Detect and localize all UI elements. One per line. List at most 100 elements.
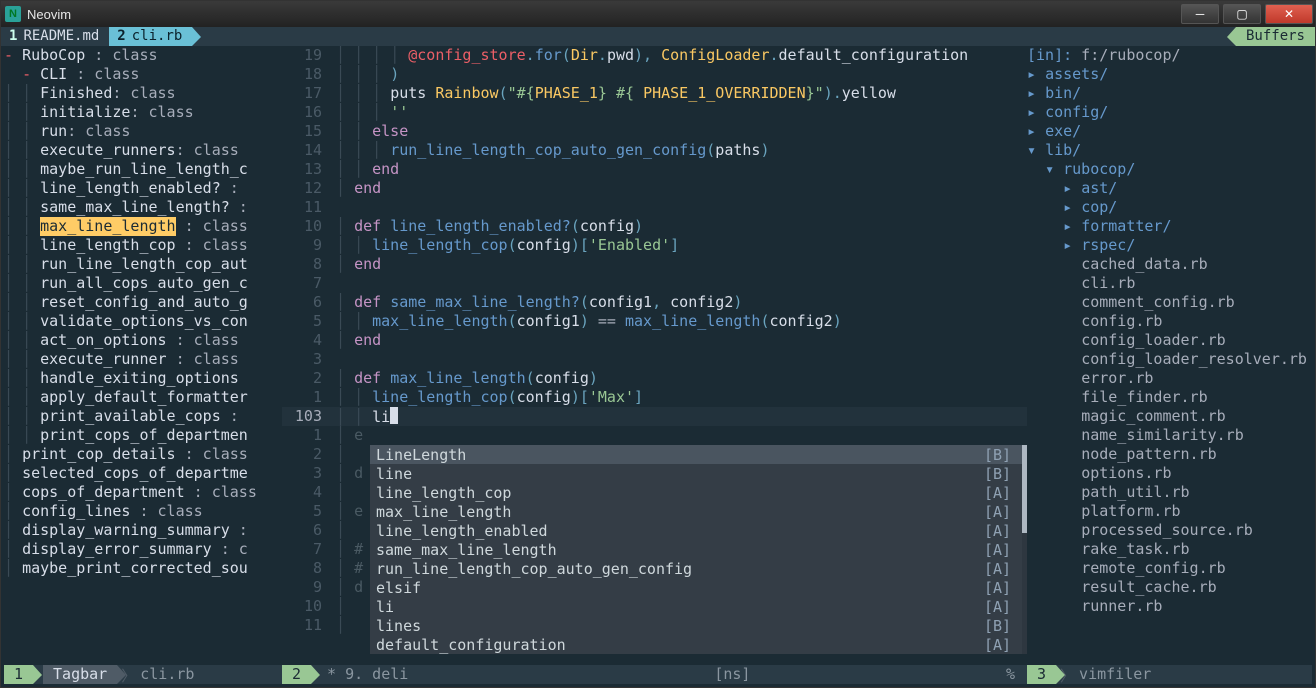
code-line[interactable]: │ │ │ │ @config_store.for(Dir.pwd), Conf…: [336, 46, 1027, 65]
tree-dir[interactable]: ▸ cop/: [1027, 198, 1312, 217]
tagbar-item[interactable]: │ │ reset_config_and_auto_g: [4, 293, 282, 312]
tagbar-item[interactable]: │ config_lines : class: [4, 502, 282, 521]
tree-file[interactable]: error.rb: [1027, 369, 1312, 388]
code-line[interactable]: │ e: [336, 426, 1027, 445]
code-line[interactable]: │ def line_length_enabled?(config): [336, 217, 1027, 236]
tree-file[interactable]: comment_config.rb: [1027, 293, 1312, 312]
tagbar-item[interactable]: │ │ same_max_line_length? :: [4, 198, 282, 217]
tab-readme[interactable]: 1README.md: [1, 27, 109, 46]
titlebar[interactable]: N Neovim ─ ▢ ✕: [1, 1, 1315, 27]
tab-cli[interactable]: 2cli.rb: [109, 27, 192, 46]
completion-item[interactable]: lines[B]: [370, 616, 1027, 635]
code-line[interactable]: │ def same_max_line_length?(config1, con…: [336, 293, 1027, 312]
tree-file[interactable]: platform.rb: [1027, 502, 1312, 521]
tree-file[interactable]: config_loader_resolver.rb: [1027, 350, 1312, 369]
tagbar-item[interactable]: │ display_warning_summary :: [4, 521, 282, 540]
tree-file[interactable]: runner.rb: [1027, 597, 1312, 616]
tree-file[interactable]: processed_source.rb: [1027, 521, 1312, 540]
tagbar-item[interactable]: │ │ handle_exiting_options: [4, 369, 282, 388]
maximize-button[interactable]: ▢: [1223, 4, 1261, 24]
code-line[interactable]: │ │ │ puts Rainbow("#{PHASE_1} #{ PHASE_…: [336, 84, 1027, 103]
tagbar-item[interactable]: │ │ run_line_length_cop_aut: [4, 255, 282, 274]
tree-file[interactable]: remote_config.rb: [1027, 559, 1312, 578]
tagbar-item[interactable]: │ │ apply_default_formatter: [4, 388, 282, 407]
tree-file[interactable]: file_finder.rb: [1027, 388, 1312, 407]
code-line[interactable]: │ end: [336, 255, 1027, 274]
scrollbar-thumb[interactable]: [1022, 445, 1027, 533]
tagbar-item[interactable]: │ │ initialize: class: [4, 103, 282, 122]
close-button[interactable]: ✕: [1265, 4, 1313, 24]
tree-file[interactable]: magic_comment.rb: [1027, 407, 1312, 426]
tagbar-item[interactable]: │ maybe_print_corrected_sou: [4, 559, 282, 578]
tagbar-item[interactable]: │ │ validate_options_vs_con: [4, 312, 282, 331]
tagbar-pane[interactable]: - RuboCop : class - CLI : class │ │ Fini…: [4, 46, 282, 684]
code-line[interactable]: │ │ │ '': [336, 103, 1027, 122]
tree-file[interactable]: rake_task.rb: [1027, 540, 1312, 559]
code-line[interactable]: │ end: [336, 331, 1027, 350]
completion-item[interactable]: run_line_length_cop_auto_gen_config[A]: [370, 559, 1027, 578]
tagbar-item[interactable]: │ │ line_length_cop : class: [4, 236, 282, 255]
code-line[interactable]: │ │ else: [336, 122, 1027, 141]
tagbar-item[interactable]: │ │ execute_runner : class: [4, 350, 282, 369]
completion-item[interactable]: same_max_line_length[A]: [370, 540, 1027, 559]
code-line[interactable]: │ │ │ ): [336, 65, 1027, 84]
tagbar-item[interactable]: │ │ run: class: [4, 122, 282, 141]
code-line[interactable]: [336, 198, 1027, 217]
code-line[interactable]: │ def max_line_length(config): [336, 369, 1027, 388]
code-line[interactable]: │ │ end: [336, 160, 1027, 179]
tree-file[interactable]: cli.rb: [1027, 274, 1312, 293]
tagbar-item[interactable]: │ │ print_available_cops :: [4, 407, 282, 426]
code-line[interactable]: │ │ │ run_line_length_cop_auto_gen_confi…: [336, 141, 1027, 160]
tree-file[interactable]: path_util.rb: [1027, 483, 1312, 502]
tagbar-item[interactable]: │ │ print_cops_of_departmen: [4, 426, 282, 445]
tree-dir[interactable]: ▸ exe/: [1027, 122, 1312, 141]
tree-file[interactable]: options.rb: [1027, 464, 1312, 483]
tagbar-item[interactable]: │ cops_of_department : class: [4, 483, 282, 502]
tagbar-item[interactable]: │ │ act_on_options : class: [4, 331, 282, 350]
code-line[interactable]: │ end: [336, 179, 1027, 198]
tree-file[interactable]: cached_data.rb: [1027, 255, 1312, 274]
tree-file[interactable]: config.rb: [1027, 312, 1312, 331]
tree-dir[interactable]: ▸ ast/: [1027, 179, 1312, 198]
minimize-button[interactable]: ─: [1181, 4, 1219, 24]
editor-pane[interactable]: 1918171615141312111098765432110312345678…: [282, 46, 1027, 684]
tagbar-item[interactable]: │ display_error_summary : c: [4, 540, 282, 559]
buffers-button[interactable]: Buffers: [1236, 27, 1315, 46]
tagbar-item[interactable]: │ │ line_length_enabled? :: [4, 179, 282, 198]
tree-dir[interactable]: ▸ config/: [1027, 103, 1312, 122]
code-line[interactable]: │ │ line_length_cop(config)['Enabled']: [336, 236, 1027, 255]
tree-file[interactable]: result_cache.rb: [1027, 578, 1312, 597]
code-line[interactable]: │ │ line_length_cop(config)['Max']: [336, 388, 1027, 407]
tree-dir[interactable]: ▸ formatter/: [1027, 217, 1312, 236]
code-line[interactable]: [336, 274, 1027, 293]
completion-item[interactable]: max_line_length[A]: [370, 502, 1027, 521]
completion-item[interactable]: elsif[A]: [370, 578, 1027, 597]
tagbar-item[interactable]: │ │ Finished: class: [4, 84, 282, 103]
completion-item[interactable]: line_length_cop[A]: [370, 483, 1027, 502]
tree-dir[interactable]: ▾ lib/: [1027, 141, 1312, 160]
tagbar-item[interactable]: │ │ run_all_cops_auto_gen_c: [4, 274, 282, 293]
tagbar-item[interactable]: │ │ maybe_run_line_length_c: [4, 160, 282, 179]
filetree-pane[interactable]: [in]: f:/rubocop/▸ assets/▸ bin/▸ config…: [1027, 46, 1312, 684]
popup-scrollbar[interactable]: [1022, 445, 1027, 654]
tree-file[interactable]: config_loader.rb: [1027, 331, 1312, 350]
tree-dir[interactable]: ▸ assets/: [1027, 65, 1312, 84]
completion-popup[interactable]: LineLength[B]line[B]line_length_cop[A]ma…: [370, 445, 1027, 654]
tree-file[interactable]: node_pattern.rb: [1027, 445, 1312, 464]
tagbar-item[interactable]: │ │ max_line_length : class: [4, 217, 282, 236]
code-line[interactable]: [336, 350, 1027, 369]
completion-item[interactable]: default_configuration[A]: [370, 635, 1027, 654]
tree-dir[interactable]: ▸ rspec/: [1027, 236, 1312, 255]
tagbar-item[interactable]: │ selected_cops_of_departme: [4, 464, 282, 483]
completion-item[interactable]: line[B]: [370, 464, 1027, 483]
completion-item[interactable]: LineLength[B]: [370, 445, 1027, 464]
tree-file[interactable]: name_similarity.rb: [1027, 426, 1312, 445]
tree-dir[interactable]: ▾ rubocop/: [1027, 160, 1312, 179]
completion-item[interactable]: line_length_enabled[A]: [370, 521, 1027, 540]
tagbar-item[interactable]: │ │ execute_runners: class: [4, 141, 282, 160]
tagbar-item[interactable]: │ print_cop_details : class: [4, 445, 282, 464]
code-line[interactable]: │ │ max_line_length(config1) == max_line…: [336, 312, 1027, 331]
tree-dir[interactable]: ▸ bin/: [1027, 84, 1312, 103]
code-line[interactable]: │ │ li: [336, 407, 1027, 426]
completion-item[interactable]: li[A]: [370, 597, 1027, 616]
